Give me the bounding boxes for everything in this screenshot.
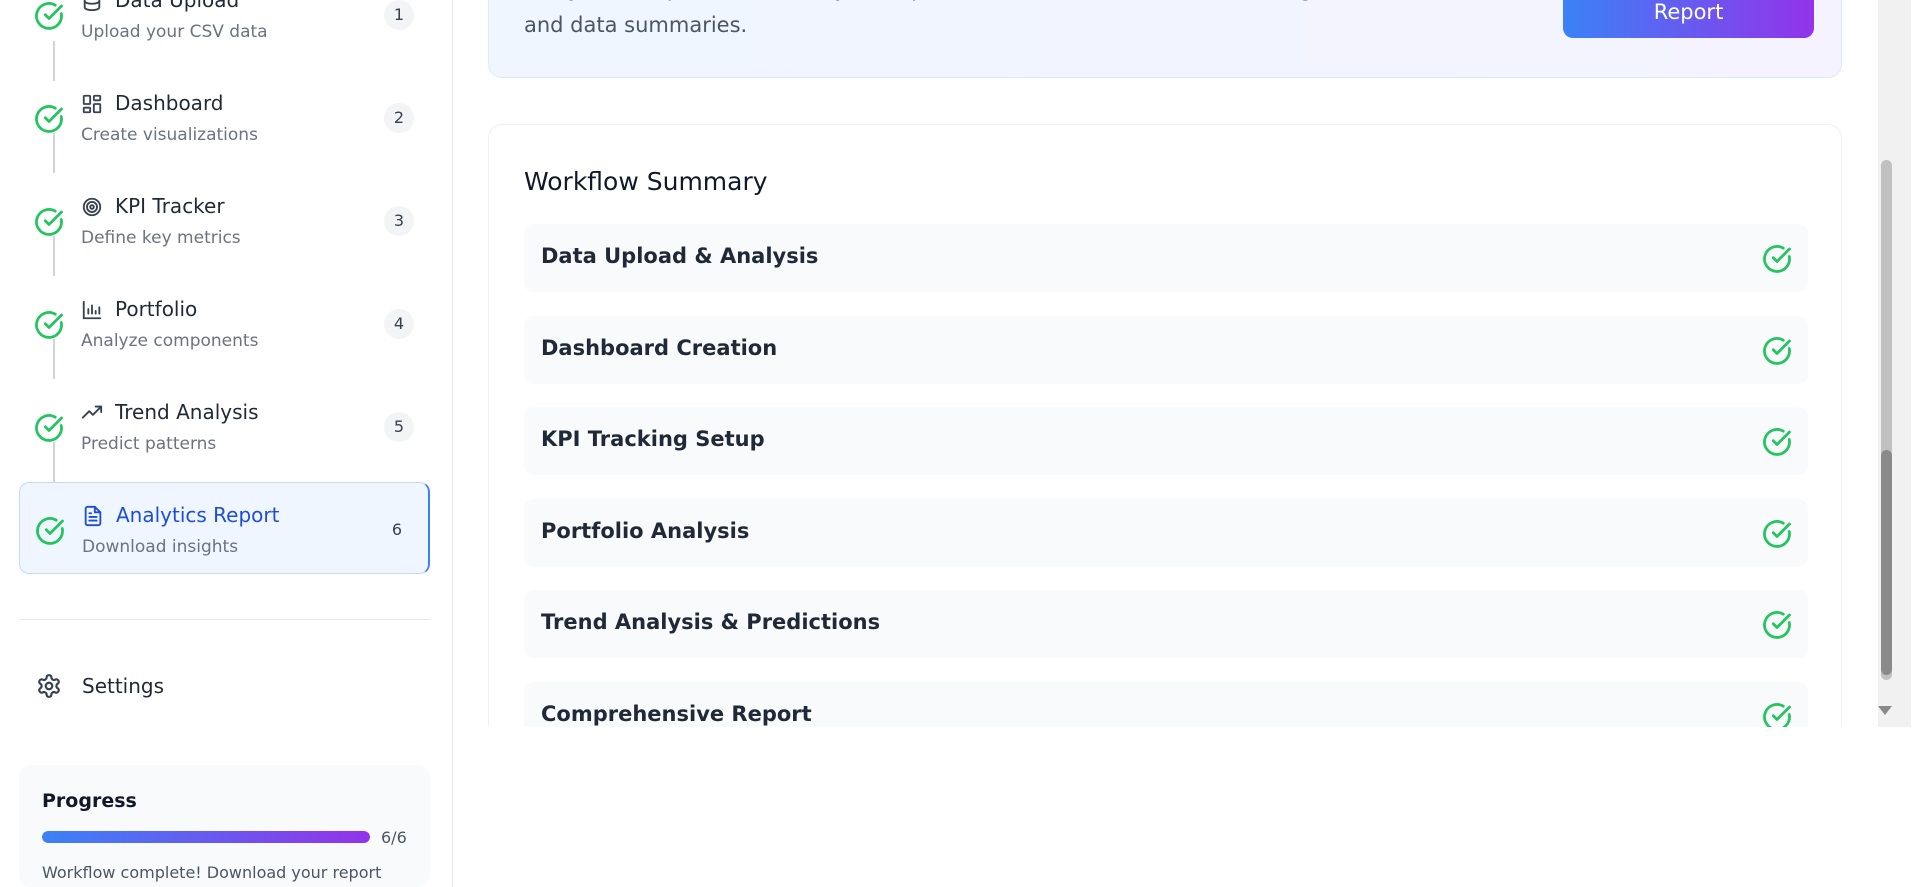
- progress-card: Progress 6/6 Workflow complete! Download…: [19, 765, 430, 887]
- check-circle-icon: [1762, 702, 1792, 727]
- check-circle-icon: [34, 310, 64, 340]
- sidebar-step-data-upload[interactable]: Data Upload Upload your CSV data 1: [19, 0, 430, 60]
- sidebar-step-dashboard[interactable]: Dashboard Create visualizations 2: [19, 71, 430, 163]
- step-title: Dashboard: [115, 91, 224, 115]
- sidebar-step-kpi-tracker[interactable]: KPI Tracker Define key metrics 3: [19, 174, 430, 266]
- summary-item: KPI Tracking Setup: [524, 407, 1808, 475]
- summary-item: Portfolio Analysis: [524, 499, 1808, 567]
- check-circle-icon: [1762, 336, 1792, 366]
- step-title: KPI Tracker: [115, 194, 225, 218]
- step-title: Analytics Report: [116, 503, 280, 527]
- sidebar-step-portfolio[interactable]: Portfolio Analyze components 4: [19, 277, 430, 369]
- step-subtitle: Create visualizations: [81, 125, 258, 145]
- step-title: Trend Analysis: [115, 400, 259, 424]
- step-title: Portfolio: [115, 297, 198, 321]
- summary-item-label: Portfolio Analysis: [541, 519, 750, 543]
- app-window: Data Upload Upload your CSV data 1 Dashb…: [0, 0, 1915, 887]
- step-subtitle: Upload your CSV data: [81, 22, 268, 42]
- check-circle-icon: [35, 516, 65, 546]
- step-number-badge: 4: [384, 309, 414, 339]
- step-number-badge: 1: [384, 0, 414, 30]
- report-banner: Get your comprehensive analytics report …: [488, 0, 1842, 78]
- workflow-summary-title: Workflow Summary: [524, 167, 768, 196]
- gear-icon: [36, 673, 62, 699]
- progress-bar-fill: [42, 831, 370, 843]
- scrollbar-thumb[interactable]: [1881, 450, 1892, 675]
- check-circle-icon: [1762, 427, 1792, 457]
- workflow-steps: Data Upload Upload your CSV data 1 Dashb…: [0, 0, 453, 727]
- page-scrollbar[interactable]: [1874, 0, 1915, 887]
- check-circle-icon: [1762, 610, 1792, 640]
- scroll-down-arrow-icon[interactable]: [1878, 706, 1892, 715]
- workflow-summary-card: Workflow Summary Data Upload & Analysis …: [488, 124, 1842, 727]
- step-subtitle: Predict patterns: [81, 434, 217, 454]
- main-content: Get your comprehensive analytics report …: [454, 0, 1874, 727]
- summary-item: Trend Analysis & Predictions: [524, 590, 1808, 658]
- summary-item: Dashboard Creation: [524, 316, 1808, 384]
- step-subtitle: Download insights: [82, 537, 239, 557]
- summary-item-label: Trend Analysis & Predictions: [541, 610, 881, 634]
- target-icon: [81, 196, 103, 218]
- bar-chart-icon: [81, 299, 103, 321]
- summary-item: Data Upload & Analysis: [524, 224, 1808, 292]
- step-title: Data Upload: [115, 0, 240, 12]
- check-circle-icon: [34, 207, 64, 237]
- summary-item-label: KPI Tracking Setup: [541, 427, 765, 451]
- step-subtitle: Analyze components: [81, 331, 259, 351]
- step-number-badge: 6: [391, 520, 403, 539]
- step-number-badge: 5: [384, 412, 414, 442]
- check-circle-icon: [1762, 519, 1792, 549]
- report-description: Get your comprehensive analytics report …: [524, 0, 1555, 37]
- database-icon: [81, 0, 103, 12]
- document-icon: [82, 505, 104, 527]
- progress-message: Workflow complete! Download your report: [42, 863, 382, 882]
- sidebar-step-trend-analysis[interactable]: Trend Analysis Predict patterns 5: [19, 380, 430, 472]
- step-subtitle: Define key metrics: [81, 228, 241, 248]
- summary-item-label: Comprehensive Report: [541, 702, 812, 726]
- settings-label: Settings: [82, 674, 165, 698]
- check-circle-icon: [34, 413, 64, 443]
- trending-up-icon: [81, 402, 103, 424]
- dashboard-grid-icon: [81, 93, 103, 115]
- step-number-badge: 2: [384, 103, 414, 133]
- check-circle-icon: [34, 104, 64, 134]
- check-circle-icon: [1762, 244, 1792, 274]
- sidebar: Data Upload Upload your CSV data 1 Dashb…: [0, 0, 453, 887]
- sidebar-divider: [19, 619, 430, 620]
- progress-title: Progress: [42, 790, 137, 812]
- step-number-badge: 3: [384, 206, 414, 236]
- progress-bar: [42, 831, 370, 843]
- settings-button[interactable]: Settings: [19, 664, 430, 708]
- summary-item-label: Dashboard Creation: [541, 336, 778, 360]
- sidebar-step-analytics-report[interactable]: Analytics Report Download insights 6: [19, 482, 430, 574]
- summary-item-label: Data Upload & Analysis: [541, 244, 819, 268]
- check-circle-icon: [34, 1, 64, 31]
- generate-report-button[interactable]: Report: [1563, 0, 1814, 38]
- progress-count: 6/6: [381, 828, 407, 847]
- summary-item: Comprehensive Report: [524, 682, 1808, 727]
